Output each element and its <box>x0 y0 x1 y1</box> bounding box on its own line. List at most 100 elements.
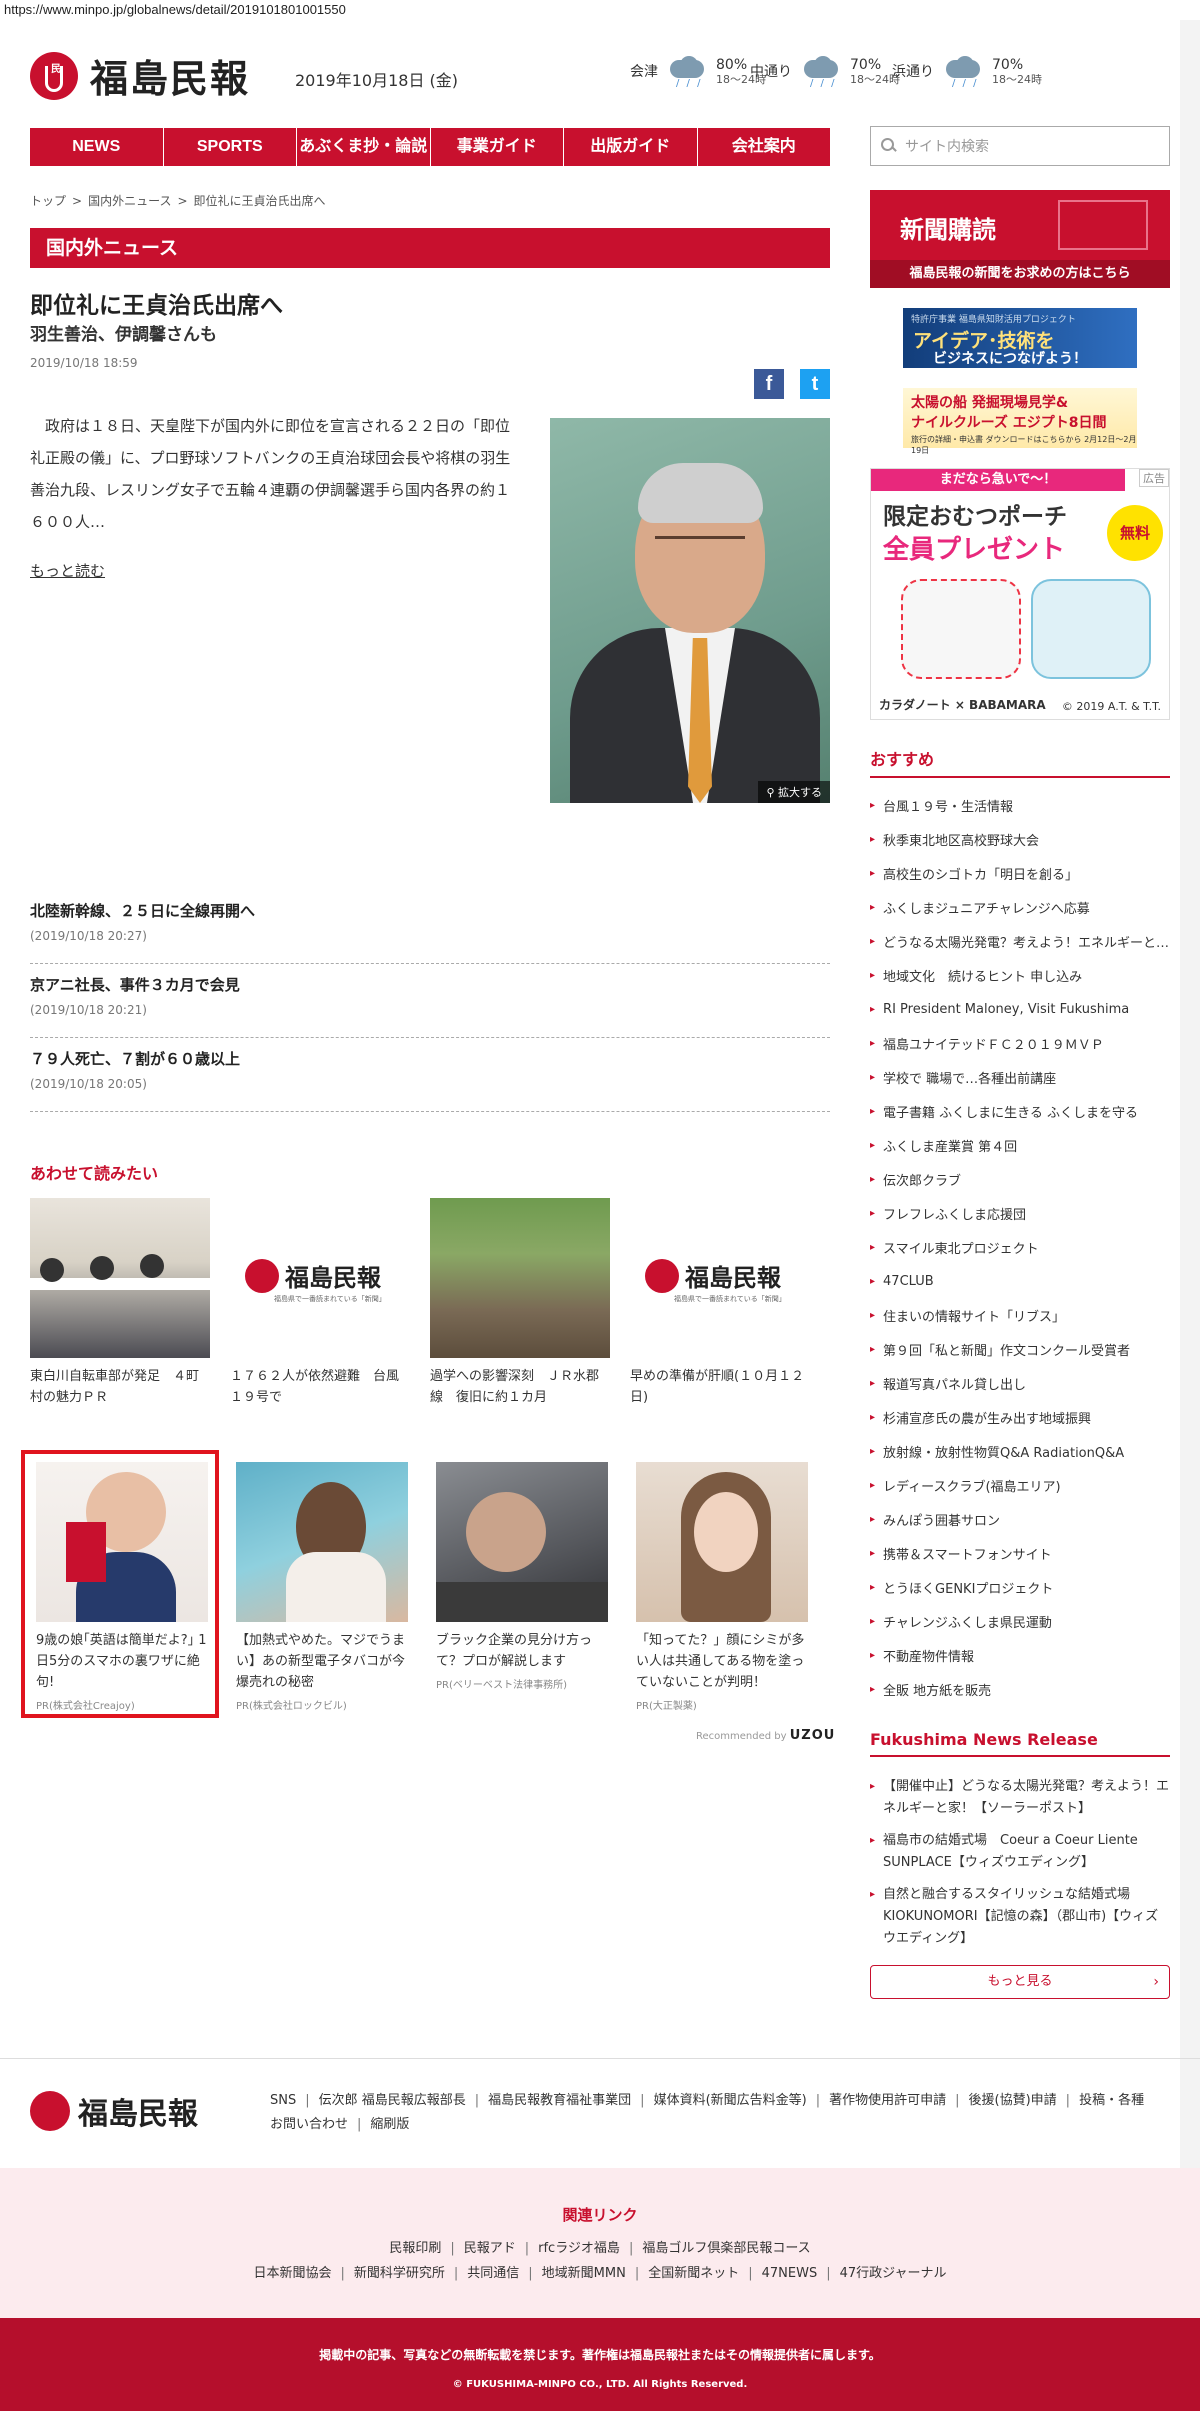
list-item[interactable]: 京アニ社長、事件３カ月で会見 (2019/10/18 20:21) <box>30 964 830 1038</box>
osusume-item[interactable]: ▸ 全販 地方紙を販売 <box>870 1672 1170 1706</box>
osusume-item[interactable]: ▸ フレフレふくしま応援団 <box>870 1196 1170 1230</box>
osusume-item[interactable]: ▸ とうほくGENKIプロジェクト <box>870 1570 1170 1604</box>
breadcrumb-category[interactable]: 国内外ニュース <box>88 194 171 208</box>
nav-item-0[interactable]: NEWS <box>30 128 164 166</box>
subscribe-banner[interactable]: 新聞購読 福島民報の新聞をお求めの方はこちら <box>870 190 1170 288</box>
osusume-item[interactable]: ▸ 不動産物件情報 <box>870 1638 1170 1672</box>
recommend-caption[interactable]: 【加熱式やめた。マジでうまい】あの新型電子タバコが今爆売れの秘密 <box>236 1630 408 1693</box>
footer-link[interactable]: 全国新聞ネット <box>648 2266 739 2281</box>
recommend-card[interactable]: 【加熱式やめた。マジでうまい】あの新型電子タバコが今爆売れの秘密 PR(株式会社ロ… <box>236 1462 408 1712</box>
footer-link[interactable]: 新聞科学研究所 <box>354 2266 445 2281</box>
osusume-item[interactable]: ▸ レディースクラブ(福島エリア) <box>870 1468 1170 1502</box>
recommend-caption[interactable]: 東白川自転車部が発足 ４町村の魅力ＰＲ <box>30 1366 210 1408</box>
footer-link[interactable]: 47行政ジャーナル <box>840 2266 947 2281</box>
osusume-item[interactable]: ▸ 杉浦宣彦氏の農が生み出す地域振興 <box>870 1400 1170 1434</box>
site-search[interactable] <box>870 126 1170 166</box>
osusume-item[interactable]: ▸ 秋季東北地区高校野球大会 <box>870 822 1170 856</box>
recommend-card[interactable]: 福島民報 福島県で一番読まれている「新聞」早めの準備が肝順(１０月１２日) <box>630 1198 810 1408</box>
osusume-item[interactable]: ▸ みんぽう囲碁サロン <box>870 1502 1170 1536</box>
recommend-thumbnail[interactable] <box>430 1198 610 1358</box>
nav-item-2[interactable]: あぶくま抄・論説 <box>297 128 431 166</box>
footer-link[interactable]: 民報アド <box>464 2241 516 2256</box>
footer-link[interactable]: 福島民報教育福祉事業団 <box>488 2093 631 2108</box>
recommend-thumbnail[interactable]: 福島民報 福島県で一番読まれている「新聞」 <box>230 1198 410 1358</box>
recommend-card[interactable]: 福島民報 福島県で一番読まれている「新聞」 １７６２人が依然避難 台風１９号で <box>230 1198 410 1408</box>
osusume-item[interactable]: ▸ 放射線・放射性物質Q&A RadiationQ&A <box>870 1434 1170 1468</box>
footer-link[interactable]: 後援(協賛)申請 <box>969 2093 1057 2108</box>
facebook-share-button[interactable]: f <box>754 369 784 399</box>
list-item[interactable]: 北陸新幹線、２５日に全線再開へ (2019/10/18 20:27) <box>30 890 830 964</box>
osusume-item[interactable]: ▸ 福島ユナイテッドＦＣ２０１９ＭＶＰ <box>870 1026 1170 1060</box>
osusume-item[interactable]: ▸ 学校で 職場で…各種出前講座 <box>870 1060 1170 1094</box>
osusume-item[interactable]: ▸ ふくしまジュニアチャレンジへ応募 <box>870 890 1170 924</box>
recommend-thumbnail[interactable]: 福島民報 福島県で一番読まれている「新聞」 <box>630 1198 810 1358</box>
osusume-item[interactable]: ▸ ふくしま産業賞 第４回 <box>870 1128 1170 1162</box>
ad-label[interactable]: 広告 <box>1139 469 1169 487</box>
osusume-item[interactable]: ▸ 第９回「私と新聞」作文コンクール受賞者 <box>870 1332 1170 1366</box>
nav-item-5[interactable]: 会社案内 <box>698 128 831 166</box>
nav-item-1[interactable]: SPORTS <box>164 128 297 166</box>
recommend-caption[interactable]: 早めの準備が肝順(１０月１２日) <box>630 1366 810 1408</box>
ad-banner-egypt[interactable]: 太陽の船 発掘現場見学& ナイルクルーズ エジプト8日間 旅行の詳細・申込書 ダ… <box>903 388 1137 455</box>
recommend-thumbnail[interactable] <box>636 1462 808 1622</box>
footer-logo[interactable]: 福島民報 <box>30 2089 198 2133</box>
news-release-item[interactable]: ▸ 自然と融合するスタイリッシュな結婚式場 KIOKUNOMORI【記憶の森】（郡… <box>870 1884 1170 1950</box>
recommend-thumbnail[interactable] <box>436 1462 608 1622</box>
recommend-caption[interactable]: 過学への影響深刻 ＪＲ水郡線 復旧に約１カ月 <box>430 1366 610 1408</box>
osusume-item[interactable]: ▸ チャレンジふくしま県民運動 <box>870 1604 1170 1638</box>
recommend-caption[interactable]: ブラック企業の見分け方って？プロが解説します <box>436 1630 608 1672</box>
osusume-item[interactable]: ▸ どうなる太陽光発電？考えよう！エネルギーと家！ <box>870 924 1170 958</box>
footer-link[interactable]: 著作物使用許可申請 <box>829 2093 946 2108</box>
scrollbar-track[interactable] <box>1180 20 1200 2411</box>
nav-item-4[interactable]: 出版ガイド <box>564 128 698 166</box>
osusume-item[interactable]: ▸ 住まいの情報サイト「リブス」 <box>870 1298 1170 1332</box>
related-title[interactable]: ７９人死亡、７割が６０歳以上 <box>30 1048 830 1069</box>
footer-link[interactable]: 共同通信 <box>467 2266 519 2281</box>
osusume-item[interactable]: ▸ スマイル東北プロジェクト <box>870 1230 1170 1264</box>
breadcrumb-home[interactable]: トップ <box>30 194 66 208</box>
ad-banner-idea[interactable]: 特許庁事業 福島県知財活用プロジェクト アイデア･技術を ビジネスにつなげよう！ <box>903 308 1137 368</box>
footer-link[interactable]: SNS <box>270 2093 296 2108</box>
osusume-item[interactable]: ▸ 47CLUB <box>870 1264 1170 1298</box>
news-release-item[interactable]: ▸ 福島市の結婚式場 Coeur a Coeur Liente SUNPLACE【… <box>870 1830 1170 1874</box>
recommend-card[interactable]: 「知ってた？」顔にシミが多い人は共通してある物を塗っていないことが判明！ PR(大… <box>636 1462 808 1712</box>
zoom-button[interactable]: ⚲ 拡大する <box>758 781 830 803</box>
footer-link[interactable]: 47NEWS <box>762 2266 818 2281</box>
osusume-item[interactable]: ▸ 台風１９号・生活情報 <box>870 788 1170 822</box>
footer-link[interactable]: 日本新聞協会 <box>253 2266 331 2281</box>
nav-item-3[interactable]: 事業ガイド <box>431 128 564 166</box>
recommend-card[interactable]: ブラック企業の見分け方って？プロが解説します PR(ベリーベスト法律事務所) <box>436 1462 608 1712</box>
footer-link[interactable]: 地域新聞MMN <box>542 2266 626 2281</box>
osusume-item[interactable]: ▸ RI President Maloney, Visit Fukushima <box>870 992 1170 1026</box>
news-release-item[interactable]: ▸ 【開催中止】どうなる太陽光発電？考えよう！エネルギーと家！【ソーラーポスト】 <box>870 1776 1170 1820</box>
osusume-item[interactable]: ▸ 報道写真パネル貸し出し <box>870 1366 1170 1400</box>
footer-link[interactable]: rfcラジオ福島 <box>538 2241 620 2256</box>
recommend-card[interactable]: 過学への影響深刻 ＪＲ水郡線 復旧に約１カ月 <box>430 1198 610 1408</box>
recommend-thumbnail[interactable] <box>30 1198 210 1358</box>
osusume-item[interactable]: ▸ 伝次郎クラブ <box>870 1162 1170 1196</box>
osusume-item[interactable]: ▸ 高校生のシゴトカ「明日を創る」 <box>870 856 1170 890</box>
footer-link[interactable]: 福島ゴルフ倶楽部民報コース <box>642 2241 810 2256</box>
osusume-item[interactable]: ▸ 電子書籍 ふくしまに生きる ふくしまを守る <box>870 1094 1170 1128</box>
osusume-item[interactable]: ▸ 携帯＆スマートフォンサイト <box>870 1536 1170 1570</box>
twitter-share-button[interactable]: t <box>800 369 830 399</box>
site-logo[interactable]: 民 福島民報 <box>30 48 250 103</box>
footer-link[interactable]: 伝次郎 福島民報広報部長 <box>319 2093 466 2108</box>
recommend-card[interactable]: 東白川自転車部が発足 ４町村の魅力ＰＲ <box>30 1198 210 1408</box>
separator: | <box>826 2266 831 2281</box>
recommend-caption[interactable]: 「知ってた？」顔にシミが多い人は共通してある物を塗っていないことが判明！ <box>636 1630 808 1693</box>
footer-link[interactable]: 民報印刷 <box>389 2241 441 2256</box>
recommend-thumbnail[interactable] <box>236 1462 408 1622</box>
read-more-link[interactable]: もっと読む <box>30 560 105 581</box>
related-title[interactable]: 北陸新幹線、２５日に全線再開へ <box>30 900 830 921</box>
related-title[interactable]: 京アニ社長、事件３カ月で会見 <box>30 974 830 995</box>
footer-link[interactable]: 縮刷版 <box>370 2117 409 2132</box>
article-photo[interactable]: ⚲ 拡大する <box>550 418 830 803</box>
osusume-item[interactable]: ▸ 地域文化 続けるヒント 申し込み <box>870 958 1170 992</box>
ad-banner-diaper-pouch[interactable]: まだなら急いで〜！ 広告 限定おむつポーチ 全員プレゼント 無料 カラダノート … <box>870 468 1170 720</box>
footer-link[interactable]: 媒体資料(新聞広告料金等) <box>654 2093 807 2108</box>
recommend-caption[interactable]: １７６２人が依然避難 台風１９号で <box>230 1366 410 1408</box>
list-item[interactable]: ７９人死亡、７割が６０歳以上 (2019/10/18 20:05) <box>30 1038 830 1112</box>
more-button[interactable]: もっと見る › <box>870 1965 1170 1999</box>
search-input[interactable] <box>905 138 1145 154</box>
